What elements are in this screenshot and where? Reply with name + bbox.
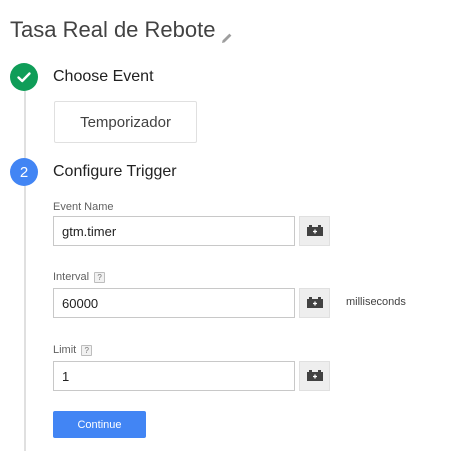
event-type-card[interactable]: Temporizador bbox=[54, 101, 197, 143]
step-number-badge: 2 bbox=[10, 158, 38, 186]
event-name-label: Event Name bbox=[53, 201, 114, 213]
event-type-label: Temporizador bbox=[80, 113, 171, 131]
step1-title: Choose Event bbox=[53, 68, 154, 85]
event-name-label-text: Event Name bbox=[53, 201, 114, 213]
limit-label: Limit ? bbox=[53, 344, 93, 356]
limit-label-text: Limit bbox=[53, 344, 77, 356]
limit-help-icon[interactable]: ? bbox=[81, 344, 93, 356]
event-name-variable-button[interactable] bbox=[299, 216, 330, 246]
step-complete-badge bbox=[10, 63, 38, 91]
continue-button[interactable]: Continue bbox=[53, 411, 146, 438]
variable-picker-icon bbox=[306, 297, 323, 308]
check-icon bbox=[17, 72, 31, 83]
variable-picker-icon bbox=[306, 370, 323, 381]
step-number: 2 bbox=[19, 163, 29, 181]
limit-variable-button[interactable] bbox=[299, 361, 330, 391]
trigger-name: Tasa Real de Rebote bbox=[10, 17, 216, 42]
step2-title: Configure Trigger bbox=[53, 163, 177, 180]
event-name-input[interactable] bbox=[53, 216, 295, 246]
interval-help-icon[interactable]: ? bbox=[94, 271, 106, 283]
interval-input[interactable] bbox=[53, 288, 295, 318]
interval-variable-button[interactable] bbox=[299, 288, 330, 318]
interval-unit: milliseconds bbox=[346, 296, 406, 308]
variable-picker-icon bbox=[306, 225, 323, 236]
interval-label: Interval ? bbox=[53, 271, 106, 283]
limit-input[interactable] bbox=[53, 361, 295, 391]
page-title: Tasa Real de Rebote bbox=[10, 17, 233, 43]
step-timeline bbox=[24, 90, 26, 451]
interval-label-text: Interval bbox=[53, 271, 90, 283]
pencil-icon[interactable] bbox=[221, 24, 233, 43]
